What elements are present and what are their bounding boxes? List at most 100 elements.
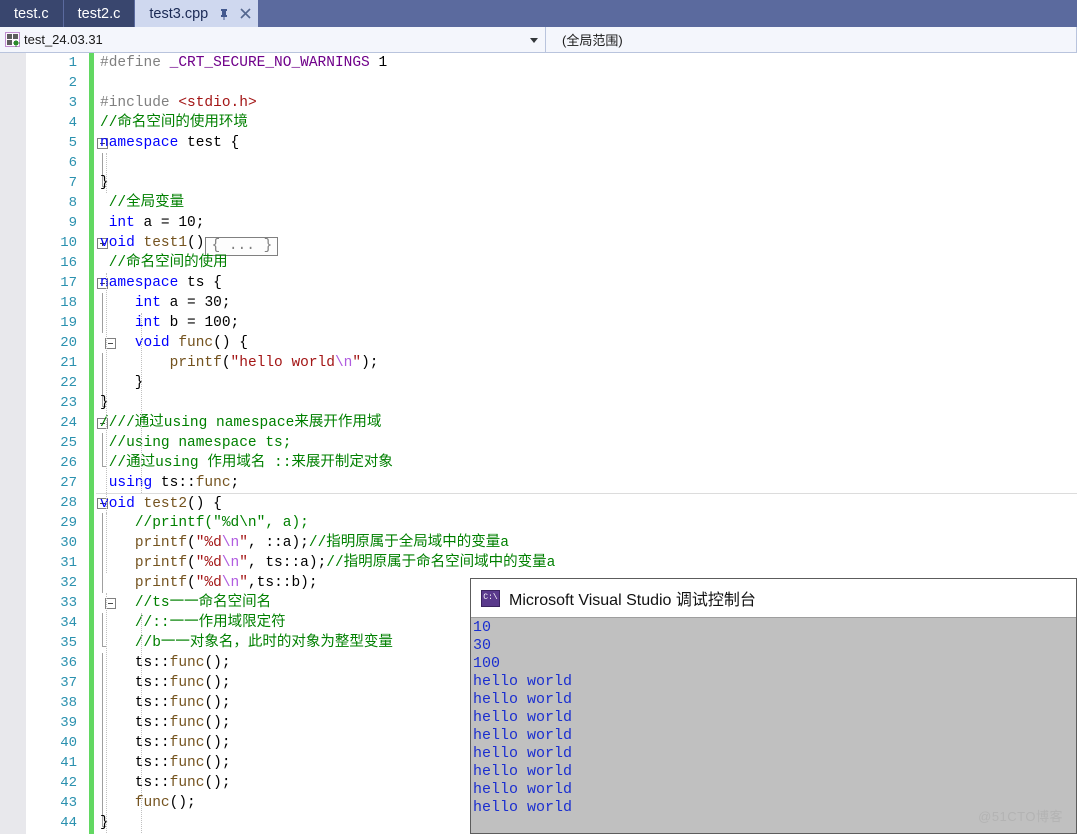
line-number-margin: 1 2 3 4 5 6 7 8 9 10 16 17 18 19 20 21 22 23 24 25 26 27 28 29 3… — [26, 53, 82, 834]
line-number: 34 — [60, 615, 77, 631]
editor-navigation-bar: test_24.03.31 (全局范围) — [0, 27, 1077, 53]
console-output-line: hello world — [473, 763, 573, 780]
console-output-line: 10 — [473, 619, 492, 636]
code-line[interactable]: #include <stdio.h> — [96, 93, 1077, 113]
console-output-line: 100 — [473, 655, 501, 672]
code-line[interactable]: printf("%d\n", ::a);//指明原属于全局域中的变量a — [96, 533, 1077, 553]
line-number: 36 — [60, 655, 77, 671]
line-number: 4 — [68, 115, 77, 131]
line-number: 25 — [60, 435, 77, 451]
line-number: 22 — [60, 375, 77, 391]
code-line[interactable]: //命名空间的使用 — [96, 253, 1077, 273]
code-line[interactable]: int a = 30; — [96, 293, 1077, 313]
line-number: 21 — [60, 355, 77, 371]
line-number: 31 — [60, 555, 77, 571]
editor-tab-label: test.c — [14, 5, 49, 22]
code-line[interactable]: } — [96, 173, 1077, 193]
indent-guide — [141, 313, 142, 493]
line-number: 24 — [60, 415, 77, 431]
indent-guide — [106, 153, 107, 193]
editor-tab-test3-cpp[interactable]: test3.cpp — [135, 0, 259, 27]
line-number: 6 — [68, 155, 77, 171]
line-number: 35 — [60, 635, 77, 651]
line-number: 27 — [60, 475, 77, 491]
console-output-line: hello world — [473, 673, 573, 690]
editor-tab-test-c[interactable]: test.c — [0, 0, 64, 27]
code-line[interactable] — [96, 153, 1077, 173]
code-line[interactable]: int b = 100; — [96, 313, 1077, 333]
console-output-line: hello world — [473, 781, 573, 798]
scope-selector-value: (全局范围) — [562, 33, 623, 48]
code-line[interactable]: printf("hello world\n"); — [96, 353, 1077, 373]
code-line[interactable]: void func() { — [96, 333, 1077, 353]
scope-selector-combo[interactable]: (全局范围) — [546, 27, 1077, 52]
line-number: 18 — [60, 295, 77, 311]
line-number: 20 — [60, 335, 77, 351]
code-line[interactable]: using ts::func; — [96, 473, 1077, 493]
line-number: 5 — [68, 135, 77, 151]
line-number: 23 — [60, 395, 77, 411]
code-line[interactable]: //通过using 作用域名 ::来展开制定对象 — [96, 453, 1077, 473]
chevron-down-icon[interactable] — [530, 37, 538, 43]
code-line[interactable]: void test1(){ ... } — [96, 233, 1077, 256]
console-output-line: 30 — [473, 637, 492, 654]
console-app-icon: C:\ — [481, 589, 500, 607]
code-line[interactable]: namespace ts { — [96, 273, 1077, 293]
close-icon[interactable] — [239, 7, 252, 20]
line-number: 16 — [60, 255, 77, 271]
indent-guide — [141, 613, 142, 834]
watermark: @51CTO博客 — [978, 809, 1063, 824]
line-number: 40 — [60, 735, 77, 751]
line-number: 41 — [60, 755, 77, 771]
console-output-line: hello world — [473, 745, 573, 762]
code-line[interactable]: namespace test { — [96, 133, 1077, 153]
line-number: 8 — [68, 195, 77, 211]
code-line[interactable]: } — [96, 373, 1077, 393]
line-number: 26 — [60, 455, 77, 471]
line-number: 33 — [60, 595, 77, 611]
console-title-text: Microsoft Visual Studio 调试控制台 — [509, 592, 756, 609]
editor-tab-strip: test.c test2.c test3.cpp — [0, 0, 1077, 27]
unsaved-change-bar — [89, 53, 94, 834]
code-line[interactable]: //printf("%d\n", a); — [96, 513, 1077, 533]
code-line[interactable]: //using namespace ts; — [96, 433, 1077, 453]
line-number: 32 — [60, 575, 77, 591]
line-number: 39 — [60, 715, 77, 731]
line-number: 7 — [68, 175, 77, 191]
indent-guide — [106, 593, 107, 834]
code-line[interactable]: //全局变量 — [96, 193, 1077, 213]
debug-console-window[interactable]: C:\ Microsoft Visual Studio 调试控制台 10 30 10… — [470, 578, 1077, 834]
code-line[interactable]: #define _CRT_SECURE_NO_WARNINGS 1 — [96, 53, 1077, 73]
editor-tab-label: test2.c — [77, 5, 121, 22]
line-number: 1 — [68, 55, 77, 71]
code-line[interactable]: void test2() { — [96, 493, 1077, 513]
indent-guide — [106, 513, 107, 573]
code-line[interactable] — [96, 73, 1077, 93]
line-number: 28 — [60, 495, 77, 511]
console-output-line: hello world — [473, 727, 573, 744]
code-line[interactable]: printf("%d\n", ts::a);//指明原属于命名空间域中的变量a — [96, 553, 1077, 573]
line-number: 42 — [60, 775, 77, 791]
line-number: 9 — [68, 215, 77, 231]
project-selector-combo[interactable]: test_24.03.31 — [0, 27, 546, 52]
pin-icon[interactable] — [218, 8, 230, 20]
line-number: 2 — [68, 75, 77, 91]
editor-tab-icons — [218, 7, 252, 20]
line-number: 37 — [60, 675, 77, 691]
code-line[interactable]: int a = 10; — [96, 213, 1077, 233]
code-line[interactable]: ////通过using namespace来展开作用域 — [96, 413, 1077, 433]
editor-tab-test2-c[interactable]: test2.c — [63, 0, 136, 27]
line-number: 3 — [68, 95, 77, 111]
console-output: 10 30 100 hello world hello world hello world… — [471, 618, 1076, 817]
console-output-line: hello world — [473, 709, 573, 726]
line-number: 38 — [60, 695, 77, 711]
breakpoint-margin[interactable] — [0, 53, 26, 834]
line-number: 10 — [60, 235, 77, 251]
line-number: 19 — [60, 315, 77, 331]
code-line[interactable]: } — [96, 393, 1077, 413]
line-number: 29 — [60, 515, 77, 531]
code-line[interactable]: //命名空间的使用环境 — [96, 113, 1077, 133]
line-number: 43 — [60, 795, 77, 811]
line-number: 30 — [60, 535, 77, 551]
console-title-bar[interactable]: C:\ Microsoft Visual Studio 调试控制台 — [471, 579, 1076, 618]
